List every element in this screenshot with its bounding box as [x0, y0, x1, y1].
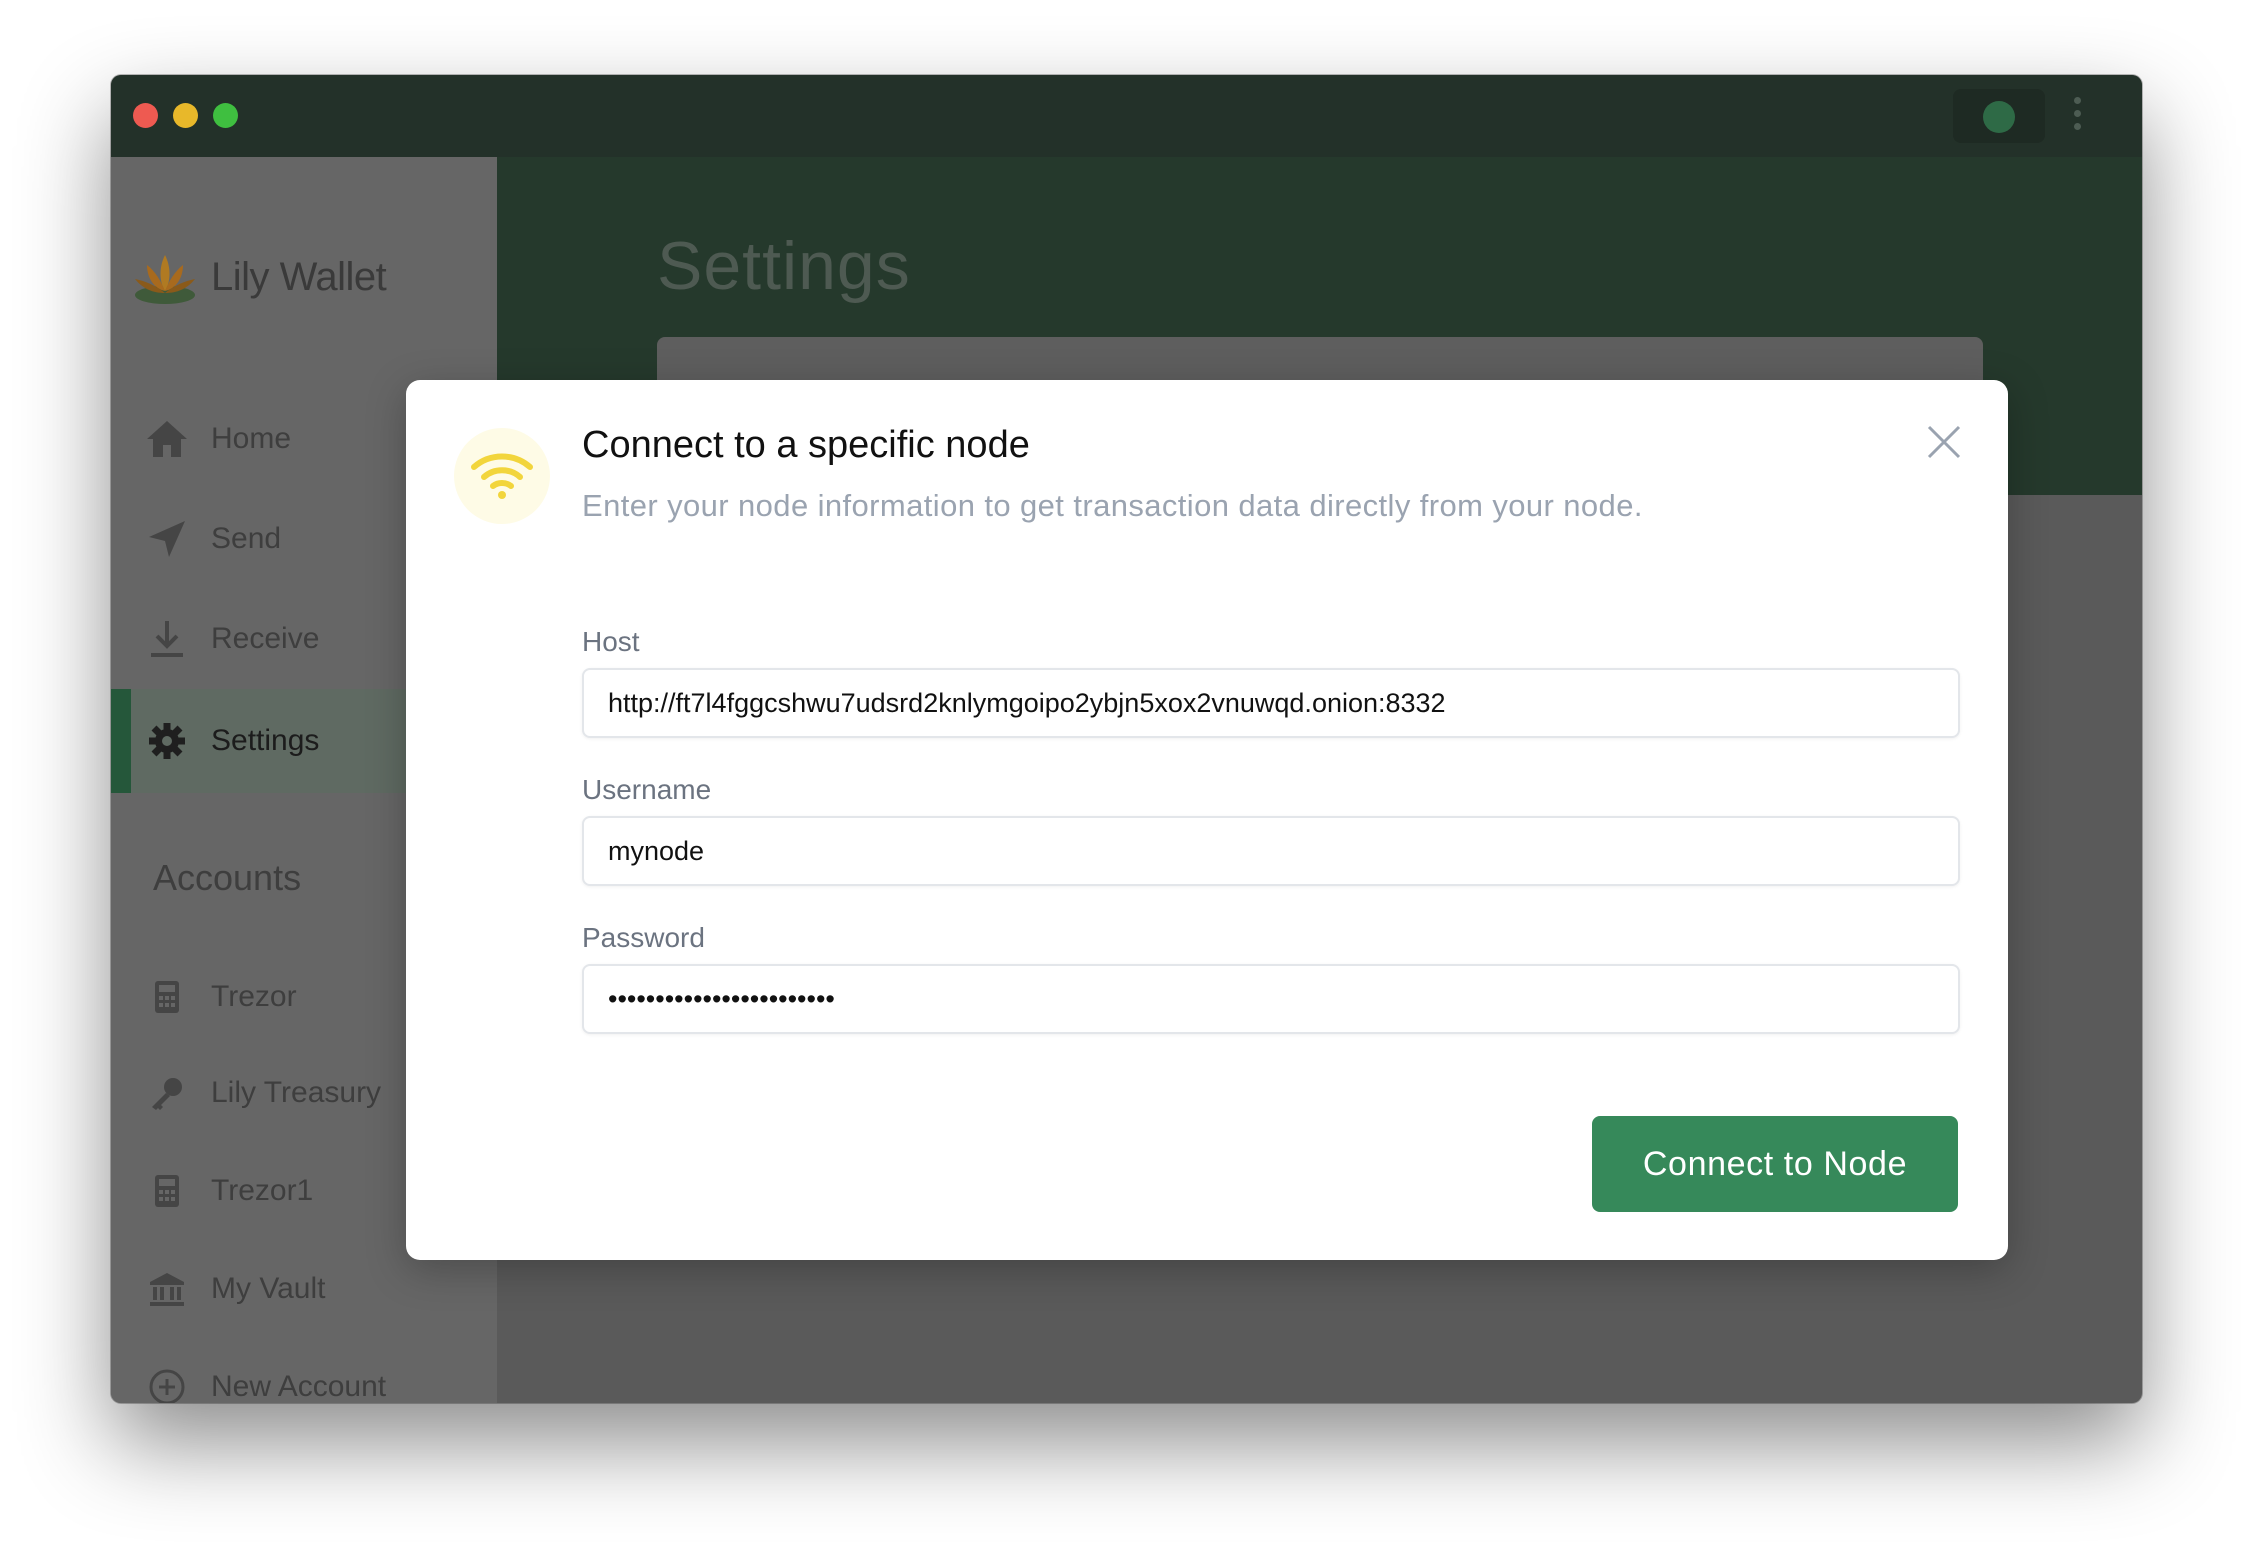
connect-node-modal: Connect to a specific node Enter your no… — [406, 380, 2008, 1260]
sidebar-item-label: Trezor1 — [211, 1174, 314, 1207]
app-name: Lily Wallet — [211, 254, 387, 299]
host-input[interactable] — [582, 668, 1960, 738]
username-input[interactable] — [582, 816, 1960, 886]
minimize-window-button[interactable] — [173, 103, 198, 128]
gear-icon — [145, 719, 189, 763]
connect-to-node-button[interactable]: Connect to Node — [1592, 1116, 1958, 1212]
host-label: Host — [582, 626, 640, 657]
password-label: Password — [582, 922, 705, 953]
close-icon[interactable] — [1924, 422, 1964, 462]
modal-title: Connect to a specific node — [582, 424, 1030, 466]
sidebar-item-label: Home — [211, 422, 292, 455]
sidebar-item-label: Settings — [211, 724, 320, 757]
sidebar-item-new-account[interactable]: New Account — [111, 1335, 497, 1403]
home-icon — [145, 417, 189, 461]
send-icon — [145, 517, 189, 561]
modal-subtitle: Enter your node information to get trans… — [582, 488, 1643, 523]
download-icon — [145, 617, 189, 661]
sidebar-item-label: Send — [211, 522, 282, 555]
page-title: Settings — [657, 228, 911, 304]
sidebar-item-label: New Account — [211, 1370, 387, 1403]
accounts-heading: Accounts — [153, 857, 302, 898]
sidebar-item-label: Trezor — [211, 980, 297, 1013]
app-logo[interactable]: Lily Wallet — [129, 237, 387, 317]
sidebar-item-label: Receive — [211, 622, 320, 655]
title-bar — [111, 75, 2142, 157]
calculator-icon — [145, 1169, 189, 1213]
wifi-icon — [454, 428, 550, 524]
username-label: Username — [582, 774, 712, 805]
close-window-button[interactable] — [133, 103, 158, 128]
maximize-window-button[interactable] — [213, 103, 238, 128]
plus-circle-icon — [145, 1365, 189, 1403]
bank-icon — [145, 1267, 189, 1311]
status-dot-icon — [1983, 101, 2015, 133]
key-icon — [145, 1071, 189, 1115]
sidebar-item-label: Lily Treasury — [211, 1076, 382, 1109]
password-input[interactable] — [582, 964, 1960, 1034]
more-menu-icon[interactable] — [2069, 97, 2085, 137]
lily-logo-icon — [135, 255, 195, 304]
connection-status-indicator[interactable] — [1953, 89, 2045, 143]
sidebar-item-label: My Vault — [211, 1272, 326, 1305]
calculator-icon — [145, 975, 189, 1019]
